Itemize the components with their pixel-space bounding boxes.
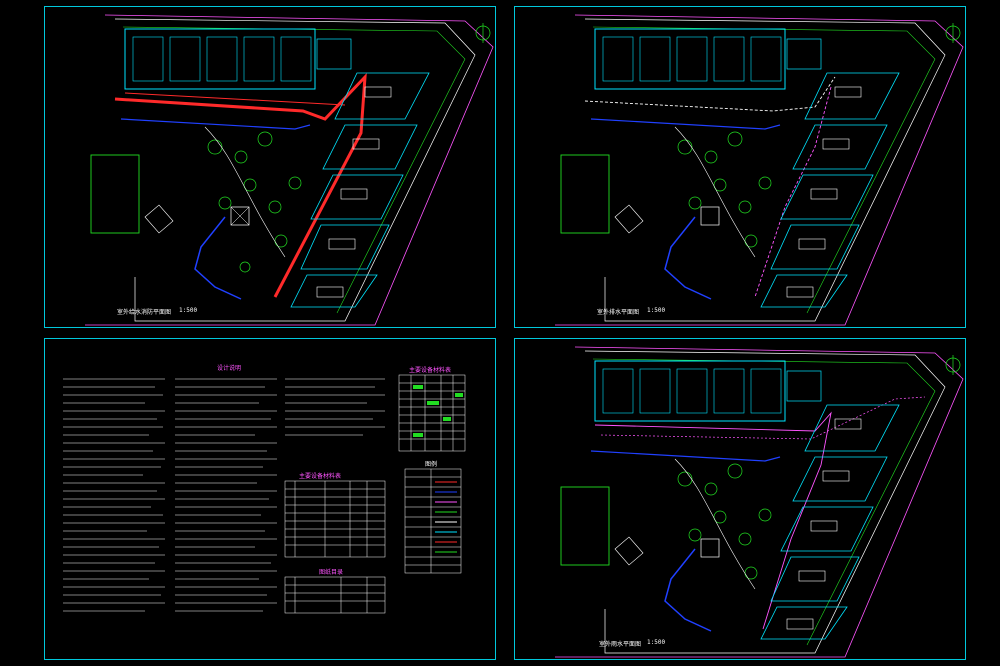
site-boundary-line: [555, 14, 964, 326]
design-notes-title: 设计说明: [217, 365, 242, 372]
small-structure: [614, 536, 644, 566]
site-boundary-line: [85, 14, 494, 326]
drain-curve: [194, 216, 242, 300]
building-north-unit: [169, 36, 201, 82]
garden-path: [674, 458, 756, 590]
building-north-unit: [676, 368, 708, 414]
building-north-unit: [280, 36, 312, 82]
east-building-cores: [786, 86, 862, 298]
building-north-unit: [602, 36, 634, 82]
garden-trees: [677, 463, 772, 580]
building-north: [594, 360, 786, 422]
sheet-scale: 1:500: [647, 639, 666, 646]
drawing-sheet-rainwater-plan: 室外雨水平面图 1:500: [514, 338, 966, 660]
existing-building-west: [90, 154, 140, 234]
legend-table: [404, 468, 462, 574]
drawing-list-table: [284, 576, 386, 614]
building-north: [124, 28, 316, 90]
small-structure: [614, 204, 644, 234]
building-north-unit: [132, 36, 164, 82]
east-building-group: [760, 404, 900, 640]
site-plan-drawing: [555, 14, 964, 326]
drain-curve: [664, 548, 712, 632]
sheet-title: 室外给水消防平面图: [117, 309, 172, 316]
building-north-unit: [206, 36, 238, 82]
drawing-sheet-supply-plan: 室外给水消防平面图 1:500: [44, 6, 496, 328]
building-north-unit: [750, 368, 782, 414]
drawing-sheet-sewer-plan: 室外排水平面图 1:500: [514, 6, 966, 328]
legend-title: 图例: [425, 461, 438, 468]
east-building-group: [760, 72, 900, 308]
drain-curve: [664, 216, 712, 300]
garden-path: [204, 126, 286, 258]
site-boundary-line: [555, 346, 964, 658]
sewer-line-east: [754, 86, 832, 298]
road-edge: [584, 18, 946, 322]
garden-pavilion: [700, 206, 720, 226]
annex-building: [786, 370, 822, 402]
sheet-scale: 1:500: [647, 307, 666, 314]
notes-column-1: [63, 378, 165, 612]
building-north-unit: [639, 36, 671, 82]
road-edge-inner: [592, 358, 936, 646]
existing-building-west: [560, 486, 610, 566]
garden-pavilion: [700, 538, 720, 558]
water-supply-main: [114, 72, 367, 298]
material-table: [284, 480, 386, 558]
east-building-cores: [316, 86, 392, 298]
sewer-line: [584, 76, 836, 112]
site-plan-drawing: [555, 346, 964, 658]
drain-line: [120, 118, 311, 130]
site-plan-drawing: [85, 14, 494, 326]
drawing-sheet-design-notes: 设计说明 主要设备材料表 主要设备材料表 图纸目录 图例: [44, 338, 496, 660]
building-north-unit: [639, 368, 671, 414]
road-edge: [584, 350, 946, 654]
annex-building: [316, 38, 352, 70]
annex-building: [786, 38, 822, 70]
equipment-table-title: 主要设备材料表: [409, 367, 452, 374]
equipment-table-fills: [413, 385, 463, 437]
sheet-title: 室外排水平面图: [597, 309, 640, 316]
existing-building-west: [560, 154, 610, 234]
building-north: [594, 28, 786, 90]
material-table-title: 主要设备材料表: [299, 473, 342, 480]
notes-column-3: [285, 378, 385, 436]
garden-trees: [677, 131, 772, 248]
garden-path: [674, 126, 756, 258]
rainwater-line-outer: [600, 396, 926, 440]
drain-line: [590, 118, 781, 130]
garden-trees: [207, 131, 302, 273]
building-north-unit: [676, 36, 708, 82]
building-north-unit: [713, 36, 745, 82]
building-north-unit: [602, 368, 634, 414]
road-edge-inner: [122, 26, 466, 314]
road-edge: [114, 18, 476, 322]
sheet-scale: 1:500: [179, 307, 198, 314]
drawing-list-title: 图纸目录: [319, 569, 344, 576]
east-building-group: [290, 72, 430, 308]
building-north-unit: [750, 36, 782, 82]
notes-drawing: [63, 374, 466, 614]
small-structure: [144, 204, 174, 234]
notes-column-2: [175, 378, 277, 612]
drain-line: [590, 450, 781, 462]
building-north-unit: [243, 36, 275, 82]
equipment-table: [398, 374, 466, 452]
building-north-unit: [713, 368, 745, 414]
sheet-title: 室外雨水平面图: [599, 641, 642, 648]
